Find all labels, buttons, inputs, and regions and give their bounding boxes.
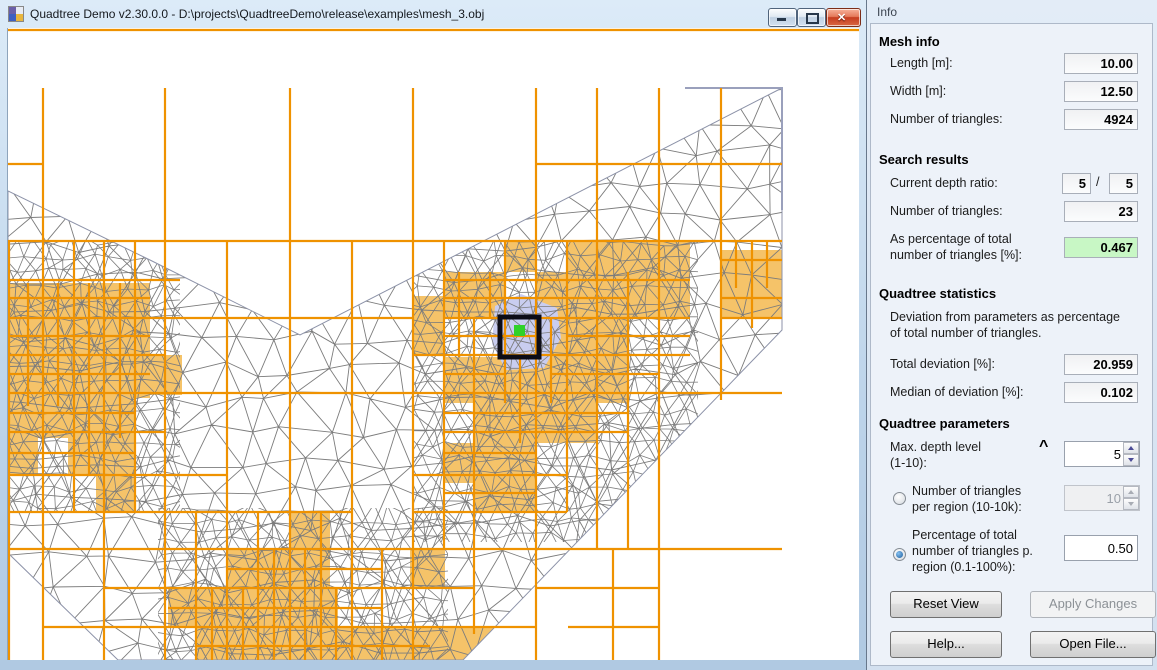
max-depth-spinbox	[1064, 441, 1140, 467]
max-depth-label-line1: Max. depth level	[890, 440, 981, 454]
percentage-label-line2: number of triangles p.	[912, 544, 1033, 558]
search-results-header: Search results	[879, 152, 969, 167]
triangle-count-label: Number of triangles:	[890, 112, 1003, 126]
depth-max-value[interactable]	[1109, 173, 1138, 194]
spin-down-icon	[1128, 458, 1134, 462]
close-icon: ✕	[837, 11, 846, 24]
percentage-per-region-radio[interactable]	[893, 548, 906, 561]
triangle-count-value[interactable]	[1064, 109, 1138, 130]
max-depth-label-line2: (1-10):	[890, 456, 927, 470]
result-percentage-label-line2: number of triangles [%]:	[890, 248, 1022, 262]
window-title: Quadtree Demo v2.30.0.0 - D:\projects\Qu…	[30, 7, 484, 21]
reset-view-button[interactable]: Reset View	[890, 591, 1002, 618]
triangles-per-region-label-line2: per region (10-10k):	[912, 500, 1022, 514]
mesh-viewport[interactable]	[7, 28, 859, 660]
result-percentage-label-line1: As percentage of total	[890, 232, 1012, 246]
apply-changes-button[interactable]: Apply Changes	[1030, 591, 1156, 618]
minimize-icon	[777, 18, 786, 21]
triangles-spin-down-button[interactable]	[1123, 498, 1139, 510]
max-depth-spin-down-button[interactable]	[1123, 454, 1139, 466]
spin-up-icon	[1128, 490, 1134, 494]
triangles-per-region-input[interactable]	[1065, 486, 1124, 510]
active-parameter-caret: ^	[1039, 438, 1048, 456]
percentage-label-line3: region (0.1-100%):	[912, 560, 1016, 574]
percentage-input[interactable]	[1064, 535, 1138, 561]
spin-up-icon	[1128, 446, 1134, 450]
result-triangles-label: Number of triangles:	[890, 204, 1003, 218]
minimize-button[interactable]	[768, 8, 797, 27]
maximize-icon	[806, 13, 819, 24]
total-deviation-value[interactable]	[1064, 354, 1138, 375]
result-triangles-value[interactable]	[1064, 201, 1138, 222]
percentage-label-line1: Percentage of total	[912, 528, 1017, 542]
main-window: Quadtree Demo v2.30.0.0 - D:\projects\Qu…	[0, 0, 866, 670]
total-deviation-label: Total deviation [%]:	[890, 357, 995, 371]
result-percentage-value[interactable]	[1064, 237, 1138, 258]
close-button[interactable]: ✕	[826, 8, 861, 27]
statistics-desc-line2: of total number of triangles.	[890, 326, 1041, 340]
spin-down-icon	[1128, 502, 1134, 506]
median-deviation-label: Median of deviation [%]:	[890, 385, 1023, 399]
median-deviation-value[interactable]	[1064, 382, 1138, 403]
mesh-canvas[interactable]	[8, 28, 859, 660]
app-icon	[8, 6, 24, 22]
help-button[interactable]: Help...	[890, 631, 1002, 658]
triangles-per-region-label-line1: Number of triangles	[912, 484, 1021, 498]
max-depth-input[interactable]	[1065, 442, 1124, 466]
triangles-spin-up-button[interactable]	[1123, 486, 1139, 498]
open-file-button[interactable]: Open File...	[1030, 631, 1156, 658]
maximize-button[interactable]	[797, 8, 826, 27]
length-value[interactable]	[1064, 53, 1138, 74]
info-panel-title: Info	[877, 5, 897, 19]
info-panel-body: Mesh info Length [m]: Width [m]: Number …	[870, 23, 1153, 666]
depth-ratio-separator: /	[1096, 175, 1099, 189]
width-label: Width [m]:	[890, 84, 946, 98]
statistics-desc-line1: Deviation from parameters as percentage	[890, 310, 1120, 324]
width-value[interactable]	[1064, 81, 1138, 102]
info-panel: Info Mesh info Length [m]: Width [m]: Nu…	[866, 0, 1157, 670]
max-depth-spin-up-button[interactable]	[1123, 442, 1139, 454]
mesh-info-header: Mesh info	[879, 34, 940, 49]
length-label: Length [m]:	[890, 56, 953, 70]
triangles-per-region-spinbox	[1064, 485, 1140, 511]
statistics-header: Quadtree statistics	[879, 286, 996, 301]
screen: { "window": { "title": "Quadtree Demo v2…	[0, 0, 1157, 670]
parameters-header: Quadtree parameters	[879, 416, 1010, 431]
depth-current-value[interactable]	[1062, 173, 1091, 194]
triangles-per-region-radio[interactable]	[893, 492, 906, 505]
titlebar[interactable]: Quadtree Demo v2.30.0.0 - D:\projects\Qu…	[0, 0, 866, 28]
depth-ratio-label: Current depth ratio:	[890, 176, 998, 190]
